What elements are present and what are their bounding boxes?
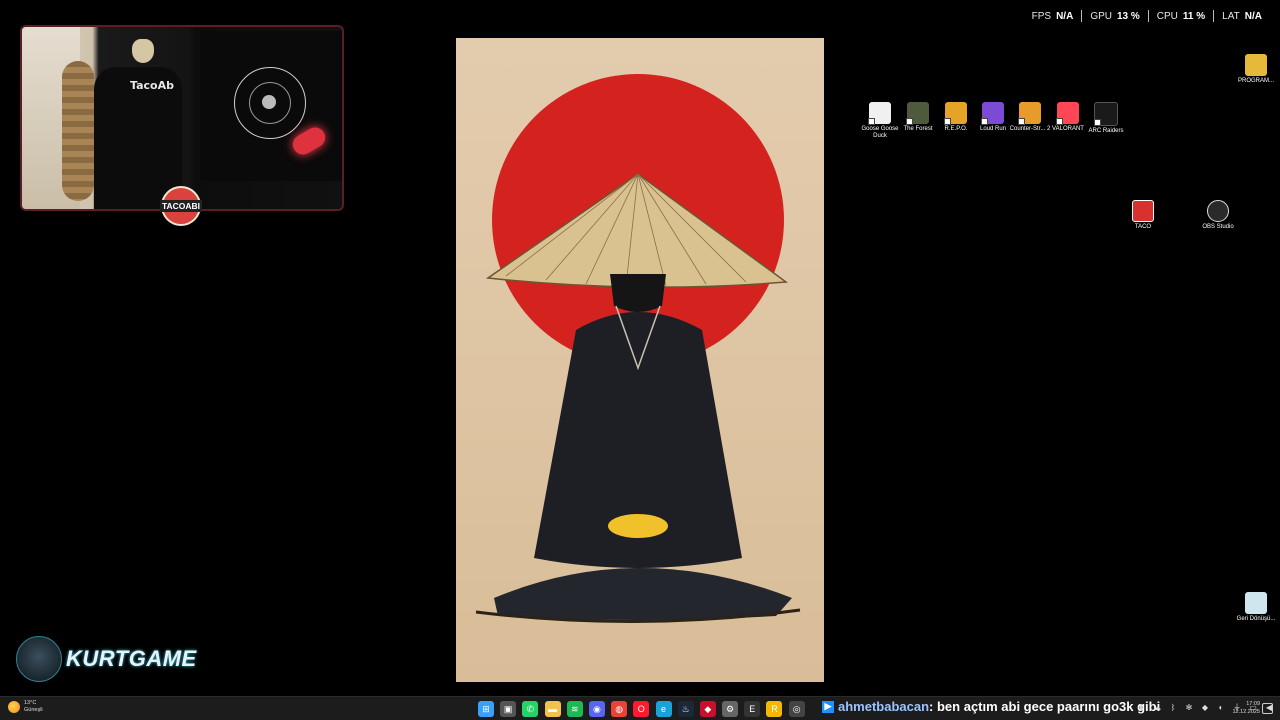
whatsapp-icon[interactable]: ✆ xyxy=(522,701,539,717)
latency-metric: LAT N/A xyxy=(1214,11,1270,22)
tray-icon[interactable]: ✻ xyxy=(1184,702,1194,712)
clock[interactable]: 17:09 12.12.2025 xyxy=(1226,700,1260,716)
steam-icon[interactable]: ♨ xyxy=(677,701,694,717)
gpu-metric: GPU 13 % xyxy=(1082,11,1147,22)
desktop-icon-the-forest[interactable]: The Forest xyxy=(898,102,938,133)
chair-brand-text: TacoAb xyxy=(130,79,174,92)
desktop-icon-loud-run[interactable]: Loud Run xyxy=(973,102,1013,133)
gpu-value: 13 % xyxy=(1116,10,1140,22)
chrome-icon[interactable]: ◍ xyxy=(611,701,628,717)
desktop-icon-valorant[interactable]: VALORANT xyxy=(1048,102,1088,133)
kurtgame-logo: KURTGAME xyxy=(16,636,197,682)
repo-icon xyxy=(944,102,967,125)
fps-value: N/A xyxy=(1056,10,1074,22)
fps-metric: FPS N/A xyxy=(1024,11,1082,22)
folder-icon xyxy=(1245,54,1267,76)
desktop-icon-counter-strike-2[interactable]: Counter-Str... 2 xyxy=(1010,102,1050,133)
wall-skull xyxy=(132,39,154,63)
chat-message: : ben açtım abi gece paarını go3k gibi xyxy=(929,699,1161,714)
taskbar-apps: ⊞ ▣ ✆ ▬ ≋ ◉ ◍ Oe ♨ ◆ ⚙ E R ◎ xyxy=(478,701,811,717)
desktop-icon-goose-goose-duck[interactable]: Goose Goose Duck xyxy=(860,102,900,140)
desktop-icon-programs[interactable]: PROGRAM... xyxy=(1236,54,1276,85)
tray-icon[interactable]: ◆ xyxy=(1200,702,1210,712)
cpu-label: CPU xyxy=(1156,10,1178,22)
obs-studio-icon xyxy=(1207,200,1229,222)
file-explorer-icon[interactable]: ▬ xyxy=(544,701,561,717)
obs-taskbar-icon[interactable]: ◎ xyxy=(788,701,805,717)
desktop-icon-label: ARC Raiders xyxy=(1088,128,1124,134)
weather-widget[interactable]: 13°C Güneşli xyxy=(8,700,43,714)
chat-ticker: ▶ ahmetbabacan : ben açtım abi gece paar… xyxy=(822,699,1160,714)
desktop-icon-repo[interactable]: R.E.P.O. xyxy=(936,102,976,133)
chat-platform-icon: ▶ xyxy=(822,700,834,713)
performance-overlay: FPS N/A GPU 13 % CPU 11 % LAT N/A xyxy=(1024,10,1270,22)
wall-carving xyxy=(62,61,94,201)
app-red-icon[interactable]: ◆ xyxy=(699,701,716,717)
counter-strike-icon xyxy=(1018,102,1041,125)
goose-goose-duck-icon xyxy=(868,102,891,125)
chat-username: ahmetbabacan xyxy=(838,699,930,714)
weather-temperature: 13°C xyxy=(24,700,37,706)
gpu-label: GPU xyxy=(1090,10,1112,22)
epic-games-icon[interactable]: E xyxy=(744,701,761,717)
clock-time: 17:09 xyxy=(1246,701,1260,707)
streamer-badge: TACOABI xyxy=(159,186,203,226)
recycle-bin-icon xyxy=(1245,592,1267,614)
weather-text: 13°C Güneşli xyxy=(24,700,43,714)
desktop-icon-recycle-bin[interactable]: Geri Dönüşü... xyxy=(1236,592,1276,623)
tray-icon[interactable]: ◐ xyxy=(1216,702,1226,712)
weather-sun-icon xyxy=(8,701,20,713)
desktop-icon-label: PROGRAM... xyxy=(1237,78,1274,84)
arc-raiders-icon xyxy=(1094,102,1118,126)
tray-icon[interactable]: ⬆ xyxy=(1136,702,1146,712)
weather-description: Güneşli xyxy=(24,707,43,713)
rockstar-icon[interactable]: R xyxy=(766,701,783,717)
kurtgame-logo-text: KURTGAME xyxy=(66,646,197,671)
taskbar: 13°C Güneşli ⊞ ▣ ✆ ▬ ≋ ◉ ◍ Oe ♨ ◆ ⚙ E R ◎ ▶ ahmetbaba… xyxy=(0,696,1280,720)
task-view-icon[interactable]: ▣ xyxy=(500,701,517,717)
desktop-icon-label: TACO xyxy=(1134,224,1152,230)
lat-label: LAT xyxy=(1222,10,1240,22)
opera-icon[interactable]: O xyxy=(633,701,650,717)
loud-run-icon xyxy=(981,102,1004,125)
samurai-illustration xyxy=(475,74,801,624)
samurai-face xyxy=(610,274,666,312)
wallpaper-samurai-image xyxy=(456,38,824,682)
the-forest-icon xyxy=(906,102,929,125)
desktop-icon-arc-raiders[interactable]: ARC Raiders xyxy=(1086,102,1126,135)
settings-icon[interactable]: ⚙ xyxy=(722,701,739,717)
lat-value: N/A xyxy=(1244,10,1262,22)
fps-label: FPS xyxy=(1031,10,1052,22)
golden-hands xyxy=(608,514,668,538)
tray-icon[interactable]: ☁ xyxy=(1152,702,1162,712)
windows-start-icon[interactable]: ⊞ xyxy=(478,701,494,717)
taco-power-icon xyxy=(1132,200,1154,222)
desktop-icon-obs-studio[interactable]: OBS Studio xyxy=(1198,200,1238,231)
spotify-icon[interactable]: ≋ xyxy=(566,701,583,717)
clock-date: 12.12.2025 xyxy=(1232,709,1260,715)
notification-icon[interactable] xyxy=(1262,703,1273,714)
edge-icon[interactable]: e xyxy=(655,701,672,717)
crossed-legs xyxy=(494,568,792,620)
desktop-icon-label: OBS Studio xyxy=(1202,224,1234,230)
zodiac-sun xyxy=(262,95,276,109)
cpu-metric: CPU 11 % xyxy=(1149,11,1213,22)
desktop-icon-taco[interactable]: TACO xyxy=(1123,200,1163,231)
cpu-value: 11 % xyxy=(1182,10,1206,22)
webcam-overlay: TacoAb xyxy=(20,25,344,211)
discord-icon[interactable]: ◉ xyxy=(588,701,605,717)
tray-icon[interactable]: ᛒ xyxy=(1168,702,1178,712)
wolf-icon xyxy=(16,636,62,682)
streamer-badge-text: TACOABI xyxy=(159,200,203,212)
desktop-icon-label: Geri Dönüşü... xyxy=(1236,616,1276,622)
valorant-icon xyxy=(1056,102,1079,125)
